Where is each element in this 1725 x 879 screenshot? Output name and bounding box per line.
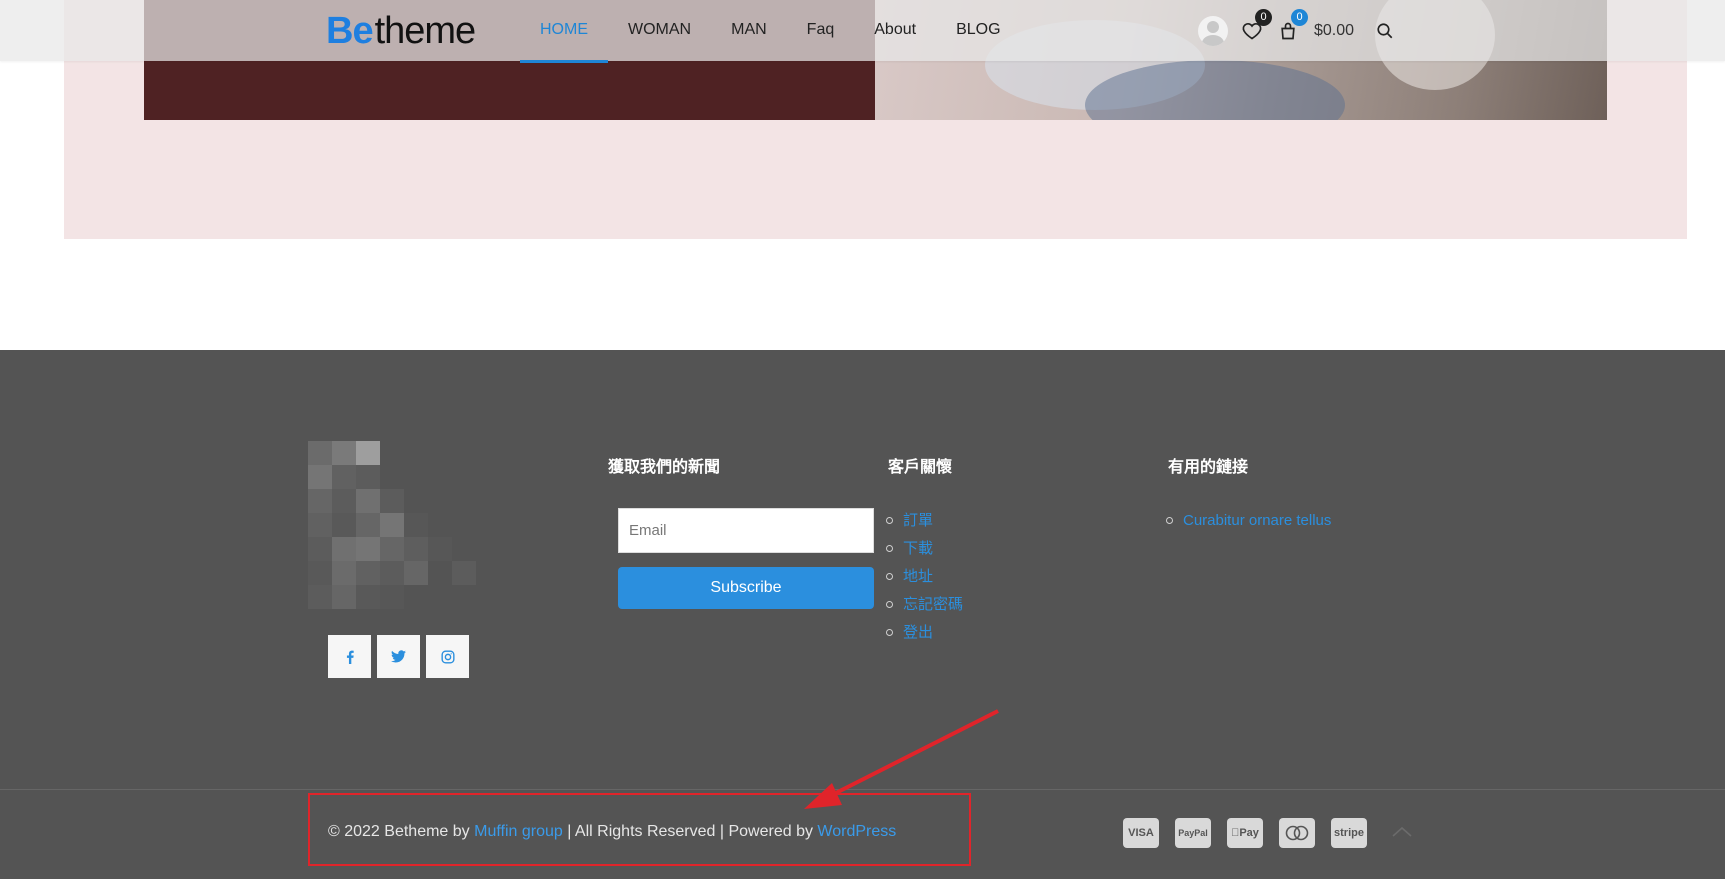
- logo-theme: theme: [374, 10, 477, 52]
- pixel-block: [356, 537, 380, 561]
- pixel-block: [356, 585, 380, 609]
- pixel-block: [404, 537, 428, 561]
- pixel-block: [332, 561, 356, 585]
- twitter-icon: [391, 650, 406, 663]
- payment-methods: VISA PayPal Pay stripe: [1123, 818, 1383, 848]
- pixel-block: [380, 513, 404, 537]
- pixel-block: [308, 465, 332, 489]
- pixel-block: [332, 585, 356, 609]
- pixel-block: [356, 465, 380, 489]
- user-avatar-icon[interactable]: [1198, 15, 1228, 46]
- logo-be: Be: [326, 10, 374, 52]
- visa-icon: VISA: [1123, 818, 1159, 848]
- customer-care-title: 客戶關懷: [888, 459, 953, 476]
- wishlist-count-badge: 0: [1255, 8, 1272, 26]
- pixel-block: [308, 489, 332, 513]
- annotation-arrow-icon: [804, 709, 999, 809]
- link-curabitur[interactable]: Curabitur ornare tellus: [1183, 512, 1331, 529]
- main-nav: HOME WOMAN MAN Faq About BLOG: [520, 0, 1021, 63]
- cart-button[interactable]: 0: [1278, 8, 1308, 41]
- stripe-icon: stripe: [1331, 818, 1367, 848]
- list-item[interactable]: Curabitur ornare tellus: [1165, 507, 1331, 535]
- link-orders[interactable]: 訂單: [903, 512, 933, 529]
- useful-links-list: Curabitur ornare tellus: [1165, 507, 1331, 535]
- pixel-block: [356, 489, 380, 513]
- nav-item-about[interactable]: About: [854, 0, 936, 61]
- nav-item-faq[interactable]: Faq: [787, 0, 855, 61]
- paypal-icon: PayPal: [1175, 818, 1211, 848]
- link-downloads[interactable]: 下載: [903, 540, 933, 557]
- pixel-block: [380, 561, 404, 585]
- pixel-block: [332, 489, 356, 513]
- search-icon[interactable]: [1376, 22, 1394, 40]
- pixel-block: [356, 441, 380, 465]
- pixel-block: [428, 561, 452, 585]
- mastercard-circles-icon: [1285, 825, 1309, 841]
- pixel-block: [308, 585, 332, 609]
- pixel-block: [380, 489, 404, 513]
- list-item[interactable]: 登出: [885, 619, 963, 647]
- cart-total[interactable]: $0.00: [1314, 22, 1354, 40]
- footer-logo-placeholder: [308, 441, 476, 609]
- list-item[interactable]: 地址: [885, 563, 963, 591]
- pixel-block: [404, 561, 428, 585]
- nav-item-man[interactable]: MAN: [711, 0, 787, 61]
- link-addresses[interactable]: 地址: [903, 568, 933, 585]
- useful-links-title: 有用的鏈接: [1168, 459, 1249, 476]
- customer-care-links: 訂單 下載 地址 忘記密碼 登出: [885, 507, 963, 647]
- instagram-icon: [440, 649, 455, 664]
- nav-item-woman[interactable]: WOMAN: [608, 0, 711, 61]
- apple-pay-icon: Pay: [1227, 818, 1263, 848]
- pixel-block: [308, 537, 332, 561]
- header-icons: 0 0 $0.00: [1198, 0, 1394, 61]
- cart-count-badge: 0: [1291, 8, 1308, 26]
- pixel-block: [380, 585, 404, 609]
- back-to-top-chevron-up-icon[interactable]: [1390, 823, 1414, 839]
- list-item[interactable]: 訂單: [885, 507, 963, 535]
- pixel-block: [332, 465, 356, 489]
- pixel-block: [332, 441, 356, 465]
- facebook-icon: [346, 650, 354, 664]
- social-facebook-button[interactable]: [328, 635, 371, 678]
- pixel-block: [452, 561, 476, 585]
- social-instagram-button[interactable]: [426, 635, 469, 678]
- newsletter-email-input[interactable]: [618, 508, 874, 553]
- pixel-block: [332, 513, 356, 537]
- wishlist-button[interactable]: 0: [1242, 8, 1272, 41]
- site-logo[interactable]: Be theme: [326, 10, 477, 52]
- pixel-block: [308, 561, 332, 585]
- pixel-block: [332, 537, 356, 561]
- link-logout[interactable]: 登出: [903, 624, 933, 641]
- pixel-block: [356, 561, 380, 585]
- list-item[interactable]: 忘記密碼: [885, 591, 963, 619]
- site-header: Be theme HOME WOMAN MAN Faq About BLOG 0…: [0, 0, 1725, 63]
- pixel-block: [404, 513, 428, 537]
- mastercard-icon: [1279, 818, 1315, 848]
- pixel-block: [356, 513, 380, 537]
- link-lost-password[interactable]: 忘記密碼: [903, 596, 963, 613]
- nav-item-blog[interactable]: BLOG: [936, 0, 1020, 61]
- pixel-block: [308, 513, 332, 537]
- subscribe-button[interactable]: Subscribe: [618, 567, 874, 609]
- pixel-block: [428, 537, 452, 561]
- social-twitter-button[interactable]: [377, 635, 420, 678]
- pixel-block: [308, 441, 332, 465]
- pixel-block: [380, 537, 404, 561]
- list-item[interactable]: 下載: [885, 535, 963, 563]
- apple-pay-logo-icon: : [1231, 827, 1239, 839]
- newsletter-title: 獲取我們的新聞: [608, 459, 721, 476]
- nav-item-home[interactable]: HOME: [520, 0, 608, 63]
